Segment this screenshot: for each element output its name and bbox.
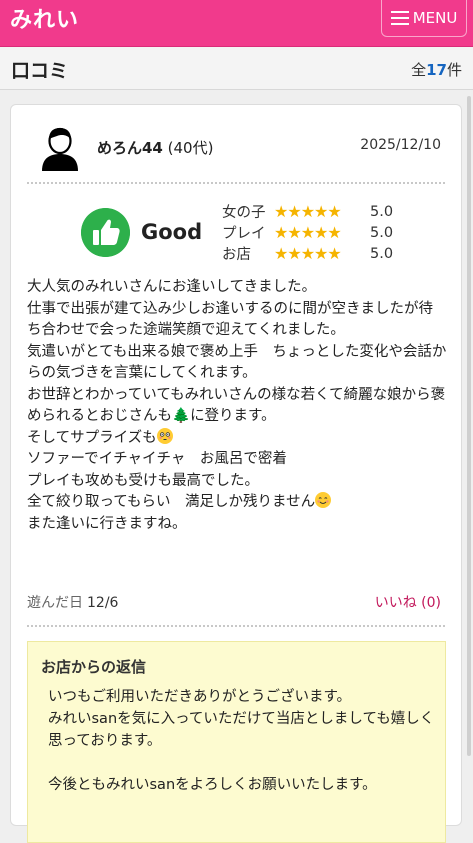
played-date: 遊んだ日 12/6 <box>27 595 119 611</box>
divider <box>27 625 445 627</box>
reply-text: いつもご利用いただきありがとうございます。 みれいsanを気に入っていただけて当… <box>48 689 435 793</box>
verdict-label: Good <box>141 220 203 244</box>
menu-button[interactable]: MENU <box>381 0 467 37</box>
reviewer-name: めろん44 <box>97 139 163 157</box>
reviewer-info: めろん44 (40代) <box>97 137 213 158</box>
shop-reply: お店からの返信 いつもご利用いただきありがとうございます。 みれいsanを気に入… <box>27 641 446 843</box>
star-icon: ★★★★★ <box>274 223 342 242</box>
shop-title[interactable]: みれい <box>10 2 79 34</box>
star-icon: ★★★★★ <box>274 202 342 221</box>
rating-score: 5.0 <box>370 203 394 220</box>
review-date: 2025/12/10 <box>360 137 441 153</box>
rating-row-play: プレイ ★★★★★ 5.0 <box>222 222 393 243</box>
rating-score: 5.0 <box>370 245 394 262</box>
divider <box>27 182 445 184</box>
menu-label: MENU <box>412 9 458 27</box>
reviewer-age: (40代) <box>167 139 214 157</box>
star-icon: ★★★★★ <box>274 244 342 263</box>
reviews-header: 口コミ 全17件 <box>0 47 473 90</box>
flushed-face-icon <box>156 427 173 444</box>
rating-row-girl: 女の子 ★★★★★ 5.0 <box>222 201 393 222</box>
top-bar: みれい MENU <box>0 0 473 47</box>
review-body: 大人気のみれいさんにお逢いしてきました。 仕事で出張が建て込み少しお逢いするのに… <box>27 279 447 532</box>
rating-label: プレイ <box>222 226 266 242</box>
like-button[interactable]: いいね (0) <box>375 592 441 612</box>
scrollbar[interactable] <box>467 96 471 756</box>
review-count-number: 17 <box>426 61 447 79</box>
ratings: 女の子 ★★★★★ 5.0 プレイ ★★★★★ 5.0 お店 ★★★★★ 5.0 <box>222 201 393 264</box>
smiling-face-icon <box>315 492 332 508</box>
hamburger-icon <box>390 11 409 25</box>
rating-row-shop: お店 ★★★★★ 5.0 <box>222 243 393 264</box>
section-title: 口コミ <box>11 60 69 82</box>
user-avatar-icon <box>42 127 78 171</box>
review-count: 全17件 <box>411 61 462 79</box>
thumbs-up-icon <box>81 208 130 257</box>
rating-score: 5.0 <box>370 224 394 241</box>
reply-heading: お店からの返信 <box>41 658 147 676</box>
review-card: めろん44 (40代) 2025/12/10 Good 女の子 ★★★★★ 5.… <box>10 104 462 843</box>
rating-label: お店 <box>222 247 251 263</box>
rating-label: 女の子 <box>222 205 266 221</box>
tree-emoji-icon: 🌲 <box>172 408 191 424</box>
